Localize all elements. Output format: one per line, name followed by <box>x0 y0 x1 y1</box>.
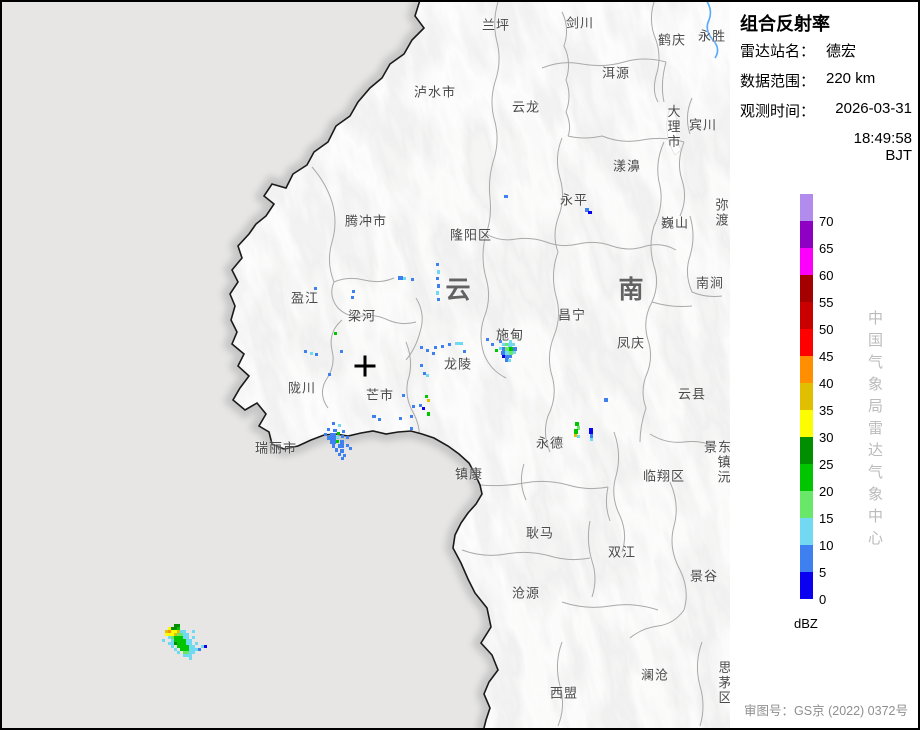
radar-site-cross-marker <box>354 355 376 377</box>
legend-tick-label: 35 <box>819 403 834 418</box>
legend-tick-label: 0 <box>819 592 827 607</box>
legend-tick-label: 65 <box>819 241 834 256</box>
obs-date-value: 2026-03-31 <box>835 100 912 117</box>
obs-clock-value: 18:49:58 BJT <box>853 130 912 164</box>
reflectivity-color-scale: 70 65 60 55 50 45 40 35 30 25 20 15 10 5 0 <box>800 194 860 607</box>
legend-color-segment: 50 <box>800 302 833 337</box>
station-label: 雷达站名： <box>740 43 816 60</box>
station-row: 雷达站名： 德宏 <box>740 40 912 61</box>
legend-color-segment: 5 <box>800 545 826 580</box>
legend-color-segment: 15 <box>800 491 833 526</box>
range-value: 220 km <box>826 70 876 87</box>
legend-color-segment: 40 <box>800 356 833 391</box>
obs-time-label: 观测时间： <box>740 103 816 120</box>
legend-color-segment: 60 <box>800 248 833 283</box>
legend-tick-label: 50 <box>819 322 834 337</box>
legend-color-segment: 65 <box>800 221 833 256</box>
legend-tick-label: 5 <box>819 565 827 580</box>
legend-color-segment: 45 <box>800 329 833 364</box>
legend-tick-label: 45 <box>819 349 834 364</box>
legend-color-segment: 20 <box>800 464 833 499</box>
product-title: 组合反射率 <box>740 14 830 34</box>
info-panel: 组合反射率 雷达站名： 德宏 数据范围： 220 km 观测时间： 2026-0… <box>730 2 918 728</box>
legend-tick-label: 10 <box>819 538 834 553</box>
legend-color-segment: 70 <box>800 194 833 229</box>
legend-color-segment: 0 <box>800 572 826 607</box>
cma-watermark: 中国气象局雷达气象中心 <box>866 310 883 552</box>
legend-color-segment: 55 <box>800 275 833 310</box>
radar-map-canvas: 兰坪 剑川 鹤庆 永胜 泸水市 洱源 云龙 大理市 宾川 漾濞 永平 巍山 弥渡 腾冲市 隆阳区 南涧云南盈江… <box>2 2 730 728</box>
legend-tick-label: 55 <box>819 295 834 310</box>
legend-color-segment: 25 <box>800 437 833 472</box>
legend-tick-label: 15 <box>819 511 834 526</box>
range-label: 数据范围： <box>740 73 816 90</box>
legend-tick-label: 70 <box>819 214 834 229</box>
radar-viewer-window: 兰坪 剑川 鹤庆 永胜 泸水市 洱源 云龙 大理市 宾川 漾濞 永平 巍山 弥渡 腾冲市 隆阳区 南涧云南盈江… <box>0 0 920 730</box>
legend-color-segment: 10 <box>800 518 833 553</box>
station-value: 德宏 <box>826 43 857 60</box>
legend-units-label: dBZ <box>794 616 818 631</box>
legend-tick-label: 25 <box>819 457 834 472</box>
legend-tick-label: 40 <box>819 376 834 391</box>
legend-tick-label: 30 <box>819 430 834 445</box>
obs-clock-row: 18:49:58 BJT <box>740 130 912 164</box>
legend-tick-label: 60 <box>819 268 834 283</box>
radar-info-block: 雷达站名： 德宏 数据范围： 220 km 观测时间： 2026-03-31 1… <box>740 40 912 173</box>
map-approval-caption: 审图号：GS京 (2022) 0372号 <box>744 704 908 718</box>
legend-color-segment: 30 <box>800 410 833 445</box>
legend-color-segment: 35 <box>800 383 833 418</box>
range-row: 数据范围： 220 km <box>740 70 912 91</box>
legend-tick-label: 20 <box>819 484 834 499</box>
obs-time-row: 观测时间： 2026-03-31 <box>740 100 912 121</box>
